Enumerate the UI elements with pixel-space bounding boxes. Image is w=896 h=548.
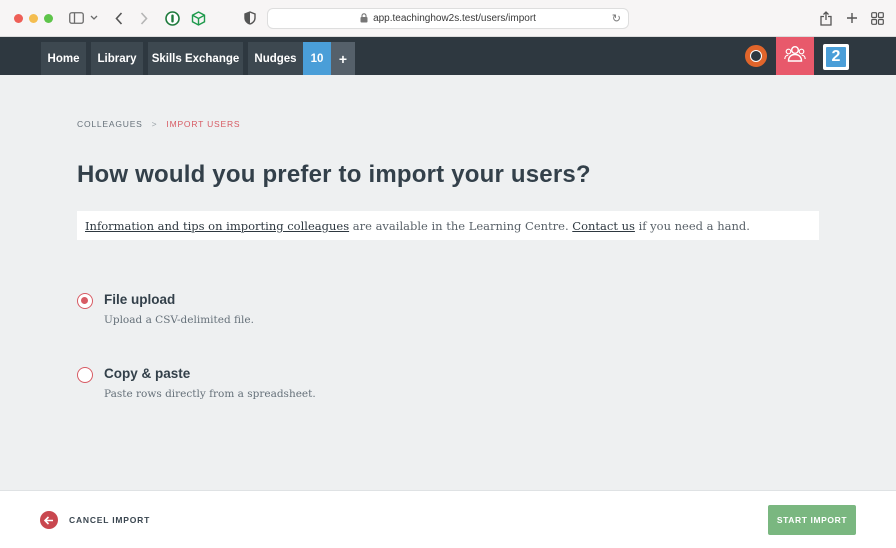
info-text-2: if you need a hand. bbox=[634, 218, 750, 233]
logo-mark: 2 bbox=[826, 47, 846, 67]
back-arrow-icon bbox=[40, 511, 58, 529]
url-text: app.teachinghow2s.test/users/import bbox=[373, 13, 536, 24]
nav-item-skills-exchange[interactable]: Skills Exchange bbox=[148, 42, 243, 75]
cancel-import-label: CANCEL IMPORT bbox=[69, 515, 151, 525]
file-upload-radio[interactable] bbox=[77, 293, 93, 309]
copy-paste-radio[interactable] bbox=[77, 367, 93, 383]
footer-bar: CANCEL IMPORT START IMPORT bbox=[0, 490, 896, 548]
nav-item-nudges[interactable]: Nudges bbox=[248, 42, 303, 75]
info-text-1: are available in the Learning Centre. bbox=[349, 218, 573, 233]
password-extension-icon[interactable] bbox=[164, 9, 180, 27]
address-bar[interactable]: app.teachinghow2s.test/users/import ↻ bbox=[267, 8, 629, 29]
info-box: Information and tips on importing collea… bbox=[77, 211, 819, 240]
breadcrumb-colleagues[interactable]: COLLEAGUES bbox=[77, 119, 143, 129]
page-title: How would you prefer to import your user… bbox=[77, 161, 591, 188]
copy-paste-description: Paste rows directly from a spreadsheet. bbox=[104, 388, 316, 400]
browser-toolbar: app.teachinghow2s.test/users/import ↻ bbox=[0, 0, 896, 37]
reload-icon[interactable]: ↻ bbox=[612, 12, 621, 25]
chevron-down-icon[interactable] bbox=[89, 9, 99, 27]
add-nudge-button[interactable]: + bbox=[331, 42, 355, 75]
breadcrumb: COLLEAGUES > IMPORT USERS bbox=[77, 119, 240, 129]
nav-item-home[interactable]: Home bbox=[41, 42, 86, 75]
sidebar-toggle-icon[interactable] bbox=[68, 9, 84, 27]
breadcrumb-current: IMPORT USERS bbox=[166, 119, 241, 129]
copy-paste-label[interactable]: Copy & paste bbox=[104, 366, 190, 381]
close-window-button[interactable] bbox=[14, 14, 23, 23]
tab-overview-icon[interactable] bbox=[869, 9, 885, 27]
cancel-import-button[interactable]: CANCEL IMPORT bbox=[40, 511, 150, 529]
lock-icon bbox=[360, 12, 368, 25]
start-import-button[interactable]: START IMPORT bbox=[768, 505, 856, 535]
breadcrumb-separator: > bbox=[151, 119, 158, 129]
help-lifebuoy-icon[interactable] bbox=[745, 45, 767, 67]
cube-extension-icon[interactable] bbox=[190, 9, 206, 27]
privacy-shield-icon[interactable] bbox=[243, 9, 257, 27]
app-logo[interactable]: 2 bbox=[823, 44, 849, 70]
new-tab-icon[interactable] bbox=[844, 9, 860, 27]
contact-us-link[interactable]: Contact us bbox=[572, 219, 635, 233]
file-upload-description: Upload a CSV-delimited file. bbox=[104, 314, 254, 326]
zoom-window-button[interactable] bbox=[44, 14, 53, 23]
nudges-count-badge[interactable]: 10 bbox=[303, 42, 331, 75]
minimize-window-button[interactable] bbox=[29, 14, 38, 23]
users-icon bbox=[784, 45, 806, 68]
share-icon[interactable] bbox=[818, 9, 834, 27]
file-upload-label[interactable]: File upload bbox=[104, 292, 175, 307]
colleagues-button[interactable] bbox=[776, 37, 814, 75]
forward-icon[interactable] bbox=[137, 9, 151, 27]
import-tips-link[interactable]: Information and tips on importing collea… bbox=[85, 219, 349, 233]
back-icon[interactable] bbox=[112, 9, 126, 27]
nav-item-library[interactable]: Library bbox=[91, 42, 143, 75]
